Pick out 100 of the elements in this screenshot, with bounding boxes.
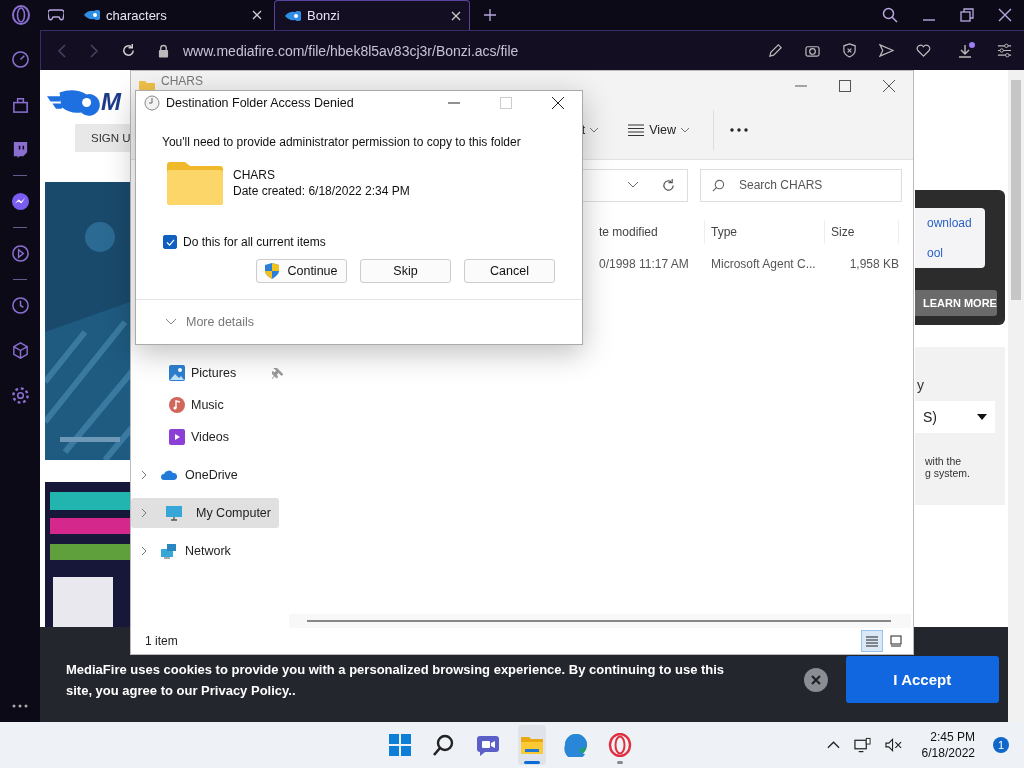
promo-link[interactable]: ownload — [927, 216, 985, 230]
folder-icon — [167, 161, 223, 205]
column-header[interactable]: Size — [825, 220, 899, 244]
nav-item[interactable]: Videos — [131, 422, 289, 452]
flame-icon — [84, 10, 100, 20]
scrollbar[interactable] — [289, 614, 911, 628]
flame-icon — [285, 10, 301, 21]
muted-speaker-icon[interactable] — [884, 738, 902, 752]
settings-sliders-icon[interactable] — [997, 43, 1012, 58]
settings-icon[interactable] — [10, 386, 30, 405]
close-icon[interactable] — [552, 97, 564, 109]
promo-link[interactable]: ool — [927, 246, 985, 260]
nav-item[interactable]: Network — [131, 536, 289, 566]
refresh-icon[interactable] — [662, 178, 675, 192]
clock-date[interactable]: 6/18/2022 — [921, 745, 975, 761]
nav-item[interactable]: My Computer — [131, 498, 279, 528]
close-icon[interactable] — [998, 8, 1012, 22]
chevron-down-icon[interactable] — [628, 182, 638, 188]
clock-icon — [144, 95, 160, 111]
dialog-message: You'll need to provide administrator permission to copy to this folder — [162, 135, 522, 149]
play-icon[interactable] — [10, 244, 30, 263]
videos-icon — [169, 429, 185, 445]
edit-icon[interactable] — [768, 43, 783, 58]
history-clock-icon[interactable] — [10, 296, 30, 315]
pin-icon — [272, 367, 283, 379]
learn-more-button[interactable]: LEARN MORE — [915, 290, 997, 316]
expand-chevron-icon[interactable] — [141, 508, 147, 518]
search-field[interactable]: Search CHARS — [700, 168, 902, 202]
explorer-app-icon[interactable] — [518, 725, 546, 765]
more-options-icon[interactable] — [730, 128, 748, 132]
dialog-button[interactable]: Cancel — [464, 259, 555, 283]
dialog-button[interactable]: Continue — [256, 259, 347, 283]
nav-item[interactable]: Music — [131, 390, 289, 420]
pictures-icon — [169, 365, 185, 381]
nav-item[interactable]: OneDrive — [131, 460, 289, 490]
browser-tab[interactable]: Bonzi — [274, 0, 470, 30]
toolbar-button[interactable]: View — [622, 119, 695, 141]
details-view-button[interactable] — [861, 630, 883, 652]
expand-chevron-icon[interactable] — [141, 470, 147, 480]
chevron-down-icon — [590, 127, 599, 133]
speed-dial-icon[interactable] — [10, 50, 30, 69]
panel-text: g system. — [924, 467, 971, 479]
column-header[interactable]: Type — [705, 220, 825, 244]
folder-date: Date created: 6/18/2022 2:34 PM — [233, 184, 410, 198]
os-select[interactable]: S) — [915, 401, 995, 433]
status-text: 1 item — [145, 634, 178, 648]
list-icon — [866, 635, 878, 647]
scrollbar[interactable] — [1008, 70, 1024, 722]
tiles-icon — [890, 635, 902, 647]
send-icon[interactable] — [879, 43, 894, 58]
search-icon — [712, 178, 725, 192]
new-tab-icon[interactable] — [484, 9, 496, 21]
shield-icon — [265, 263, 280, 279]
checkbox-label[interactable]: Do this for all current items — [183, 235, 326, 249]
folder-name: CHARS — [233, 168, 276, 182]
clock-time[interactable]: 2:45 PM — [930, 729, 975, 745]
url-text[interactable]: www.mediafire.com/file/hbek8l5av83cj3r/Bonzi.acs/file — [183, 42, 519, 59]
download-icon[interactable] — [957, 41, 975, 60]
cookie-text: MediaFire uses cookies to provide you with a personalized browsing experience. By continuing to use this site, you agree to our Privacy Policy.. — [66, 660, 726, 700]
nav-item[interactable]: Pictures — [131, 358, 289, 388]
shield-icon[interactable] — [842, 43, 857, 58]
reload-icon[interactable] — [121, 43, 136, 58]
restore-icon[interactable] — [960, 8, 974, 22]
network-icon — [161, 543, 177, 559]
panel-text: with the — [924, 455, 963, 467]
logo-text: M — [101, 88, 121, 116]
dialog-button[interactable]: Skip — [360, 259, 451, 283]
heart-icon[interactable] — [916, 43, 931, 58]
window-title: CHARS — [161, 74, 203, 88]
table-cell-text: Microsoft Agent C... — [710, 257, 817, 271]
browser-logo-icon[interactable] — [11, 5, 31, 25]
expand-chevron-icon[interactable] — [141, 546, 147, 556]
chevron-down-icon[interactable] — [166, 319, 176, 325]
lock-icon — [158, 43, 169, 58]
close-icon[interactable] — [883, 80, 895, 92]
chevron-up-icon[interactable] — [826, 741, 840, 749]
caret-icon — [977, 414, 987, 420]
column-header[interactable]: te modified — [593, 220, 705, 244]
music-icon — [169, 397, 185, 413]
computer-icon — [166, 505, 183, 521]
panel-heading: y — [916, 377, 925, 393]
maximize-icon[interactable] — [839, 80, 851, 92]
browser-tab[interactable]: characters — [74, 0, 270, 30]
notification-badge[interactable]: 1 — [993, 737, 1009, 753]
network-icon[interactable] — [853, 737, 871, 753]
search-icon[interactable] — [882, 7, 898, 23]
checkbox[interactable] — [163, 235, 177, 249]
chevron-down-icon — [681, 127, 689, 133]
more-details-link[interactable]: More details — [186, 315, 255, 329]
messenger-icon[interactable] — [10, 192, 30, 211]
more-icon[interactable] — [12, 704, 28, 708]
accept-button[interactable]: I Accept — [845, 656, 999, 703]
cube-icon[interactable] — [10, 341, 30, 360]
shopping-bag-icon[interactable] — [10, 95, 30, 114]
list-view-icon — [628, 124, 645, 136]
table-cell-text: 1,958 KB — [848, 257, 899, 271]
flame-logo-icon — [47, 88, 101, 116]
camera-icon[interactable] — [805, 43, 820, 58]
game-controller-icon[interactable] — [48, 9, 64, 21]
dialog-title: Destination Folder Access Denied — [166, 96, 354, 110]
